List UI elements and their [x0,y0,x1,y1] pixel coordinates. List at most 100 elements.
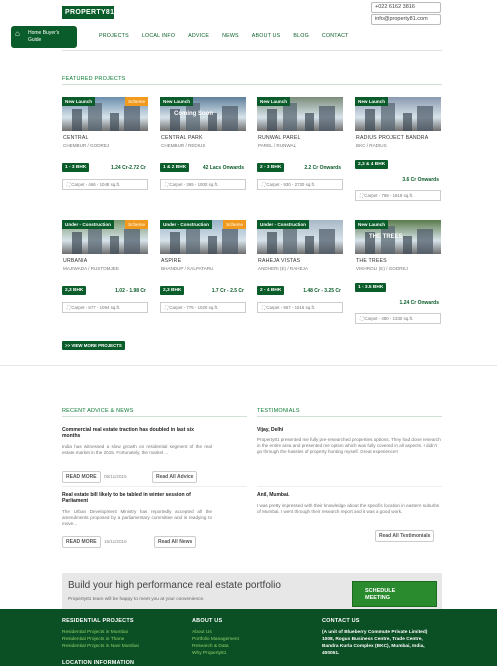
footer-link-thane[interactable]: Residential Projects in Thane [62,637,124,644]
project-name[interactable]: CENTRAL [63,135,89,141]
home-guide-label-2: Guide [28,37,42,43]
nav-projects[interactable]: PROJECTS [99,33,129,39]
news-body-1: India has witnessed a slow growth on res… [62,444,212,456]
carpet-area: ⛶ Carpet - 930 - 2730 sq.ft. [257,179,343,190]
project-card[interactable]: Under - Construction Scheme URBANIA MAJIWAD… [62,220,148,330]
carpet-area-text: Carpet - 775 - 1020 sq.ft. [169,305,219,310]
email-address[interactable]: info@property81.com [371,14,441,25]
carpet-area-text: Carpet - 768 - 1819 sq.ft. [364,193,414,198]
carpet-area-text: Carpet - 677 - 1094 sq.ft. [71,305,121,310]
project-image[interactable]: Under - Construction [257,220,343,254]
project-location: ANDHERI (E) / RAHEJA [258,266,309,271]
carpet-area: ⛶ Carpet - 480 - 1330 sq.ft. [355,313,441,324]
project-name[interactable]: RAHEJA VISTAS [258,258,300,264]
site-logo[interactable]: PROPERTY81.COM [62,6,133,19]
carpet-area-text: Carpet - 930 - 2730 sq.ft. [266,182,316,187]
phone-number[interactable]: +022 6162 3816 [371,2,441,13]
news-title-2[interactable]: Real estate bill likely to be tabled in … [62,492,212,504]
nav-local-info[interactable]: LOCAL INFO [142,33,175,39]
project-name[interactable]: THE TREES [356,258,387,264]
news-title-1[interactable]: Commercial real estate traction has doub… [62,427,212,439]
footer-contact-title: CONTACT US [322,618,360,624]
scheme-badge: Scheme [125,220,148,229]
project-name[interactable]: RUNWAL PAREL [258,135,301,141]
nav-about-us[interactable]: ABOUT US [252,33,281,39]
project-image[interactable]: New Launch [355,97,441,131]
image-overlay-text: THE TREES [369,234,403,240]
view-more-projects-button[interactable]: >> VIEW MORE PROJECTS [62,341,125,350]
project-card[interactable]: Under - Construction Scheme ASPIRE BHANDUP … [160,220,246,330]
banner-title: Build your high performance real estate … [68,580,281,591]
footer-location-title: LOCATION INFORMATION [62,660,135,666]
news-date-2: 16/11/2015 [104,539,127,544]
testimonial-body-2: I was pretty impressed with their knowle… [257,503,440,515]
home-guide-label-1: Home Buyer's [28,30,60,36]
project-card[interactable]: New Launch RUNWAL PAREL PAREL / RUNWAL 2 - … [257,97,343,207]
project-image[interactable]: THE TREES New Launch [355,220,441,254]
footer-link-research[interactable]: Research & Data [192,644,229,651]
banner-subtitle: Property81 team will be happy to meet yo… [68,597,205,602]
project-image[interactable]: New Launch [257,97,343,131]
footer-link-why[interactable]: Why Property81 [192,651,226,658]
bhk-badge: 1 - 3.5 BHK [355,283,387,292]
project-name[interactable]: URBANIA [63,258,87,264]
read-more-button-2[interactable]: READ MORE [62,536,101,548]
testimonials-title: TESTIMONIALS [257,408,300,414]
footer-link-navi-mumbai[interactable]: Residential Projects in Navi Mumbai [62,644,139,651]
portfolio-banner: Build your high performance real estate … [62,573,442,610]
footer-link-mumbai[interactable]: Residential Projects in Mumbai [62,630,128,637]
nav-news[interactable]: NEWS [222,33,239,39]
home-icon: ⌂ [15,29,20,38]
project-card[interactable]: THE TREES New Launch THE TREES VIKHROLI (E)… [355,220,441,330]
bhk-badge: 1 - 3 BHK [62,163,90,172]
read-all-testimonials-button[interactable]: Read All Testimonials [375,530,435,542]
status-badge: New Launch [160,97,194,106]
read-all-news-button[interactable]: Read All News [154,536,197,548]
project-card[interactable]: New Launch Scheme CENTRAL CHEMBUR / GODREJ 1… [62,97,148,207]
status-badge: Under - Construction [160,220,212,229]
read-more-button-1[interactable]: READ MORE [62,471,101,483]
project-name[interactable]: RADIUS PROJECT BANDRA [356,135,428,141]
project-image[interactable]: Under - Construction Scheme [160,220,246,254]
status-badge: New Launch [355,97,389,106]
nav-advice[interactable]: ADVICE [188,33,209,39]
nav-blog[interactable]: BLOG [293,33,309,39]
project-card[interactable]: New Launch RADIUS PROJECT BANDRA BKC / RAD… [355,97,441,207]
news-body-2: The Urban Development Ministry has repor… [62,509,212,527]
project-location: BHANDUP / KALPATARU [161,266,214,271]
project-name[interactable]: CENTRAL PARK [161,135,203,141]
bhk-badge: 2,3 BHK [160,286,185,295]
project-price: 42 Lacs Onwards [202,165,244,171]
project-card[interactable]: Under - Construction RAHEJA VISTAS ANDHERI… [257,220,343,330]
footer-link-about[interactable]: About Us [192,630,212,637]
main-nav: PROJECTS LOCAL INFO ADVICE NEWS ABOUT US… [99,33,362,39]
project-image[interactable]: Coming Soon New Launch [160,97,246,131]
footer-address-1: (A unit of Blueberry Commute Private Lim… [322,630,428,635]
read-all-advice-button[interactable]: Read All Advice [152,471,198,483]
carpet-area: ⛶ Carpet - 768 - 1819 sq.ft. [355,190,441,201]
home-buyers-guide-button[interactable]: ⌂ Home Buyer's Guide [11,26,77,48]
nav-contact[interactable]: CONTACT [322,33,349,39]
carpet-area: ⛶ Carpet - 967 - 1516 sq.ft. [257,302,343,313]
project-price: 1.02 - 1.98 Cr [115,288,146,294]
project-image[interactable]: New Launch Scheme [62,97,148,131]
carpet-area-text: Carpet - 967 - 1516 sq.ft. [266,305,316,310]
featured-projects-title: FEATURED PROJECTS [62,76,126,82]
project-location: VIKHROLI (E) / GODREJ [356,266,408,271]
schedule-meeting-button[interactable]: SCHEDULE MEETING [352,581,437,607]
project-image[interactable]: Under - Construction Scheme [62,220,148,254]
footer-link-portfolio[interactable]: Portfolio Management [192,637,239,644]
status-badge: Under - Construction [257,220,309,229]
project-name[interactable]: ASPIRE [161,258,181,264]
advice-divider [62,416,247,417]
project-card[interactable]: Coming Soon New Launch CENTRAL PARK CHEMBUR… [160,97,246,207]
image-overlay-text: Coming Soon [174,111,213,117]
status-badge: New Launch [62,97,96,106]
bhk-badge: 2 - 4 BHK [257,286,285,295]
footer-about-title: ABOUT US [192,618,223,624]
section-divider [0,365,497,366]
bhk-badge: 2 - 3 BHK [257,163,285,172]
bhk-badge: 1 & 2 BHK [160,163,190,172]
project-price: 3.6 Cr Onwards [402,177,439,183]
project-location: CHEMBUR / GODREJ [63,143,110,148]
